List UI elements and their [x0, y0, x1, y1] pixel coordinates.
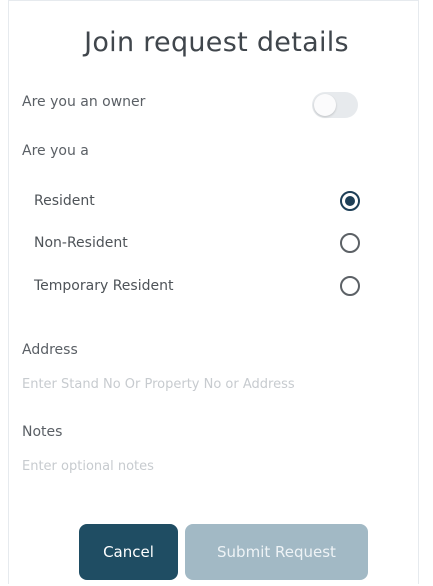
radio-option-non-resident[interactable]: Non-Resident	[30, 229, 360, 259]
owner-toggle[interactable]	[312, 92, 358, 118]
owner-label: Are you an owner	[22, 94, 146, 110]
radio-button-resident[interactable]	[340, 191, 360, 211]
radio-label-non-resident: Non-Resident	[34, 235, 128, 251]
notes-label: Notes	[22, 424, 63, 440]
radio-selected-dot	[345, 196, 355, 206]
address-label: Address	[22, 342, 78, 358]
page-title: Join request details	[84, 27, 349, 58]
radio-button-temporary-resident[interactable]	[340, 276, 360, 296]
resident-type-label: Are you a	[22, 143, 89, 159]
radio-label-resident: Resident	[34, 193, 95, 209]
radio-option-resident[interactable]: Resident	[30, 187, 360, 217]
submit-request-button[interactable]: Submit Request	[185, 524, 368, 580]
radio-label-temporary-resident: Temporary Resident	[34, 278, 174, 294]
cancel-button[interactable]: Cancel	[79, 524, 178, 580]
radio-option-temporary-resident[interactable]: Temporary Resident	[30, 272, 360, 302]
notes-input[interactable]	[22, 455, 352, 477]
toggle-knob	[314, 94, 336, 116]
radio-button-non-resident[interactable]	[340, 233, 360, 253]
address-input[interactable]	[22, 373, 352, 395]
